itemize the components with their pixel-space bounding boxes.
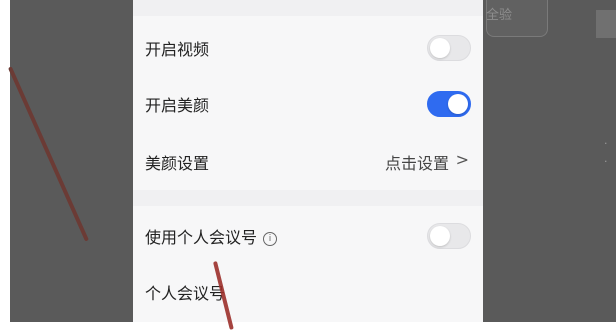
setting-row-beauty-settings[interactable]: 美颜设置 点击设置 > — [133, 132, 483, 190]
setting-row-beauty: 开启美颜 — [133, 74, 483, 132]
toggle-knob — [430, 38, 450, 58]
beauty-settings-value: 点击设置 — [384, 154, 449, 173]
setting-label: 开启美颜 — [145, 96, 210, 115]
left-edge — [0, 0, 10, 322]
toggle-knob — [430, 226, 450, 246]
video-toggle[interactable] — [427, 35, 471, 61]
setting-label-text: 使用个人会议号 — [145, 228, 258, 247]
background-card-text: 全验 — [486, 8, 513, 23]
setting-row-personal-meeting-id: 使用个人会议号 i — [133, 206, 483, 264]
section-separator — [133, 190, 483, 206]
setting-row-video: 开启视频 — [133, 18, 483, 76]
setting-label: 开启视频 — [145, 40, 210, 59]
background-strip — [596, 10, 616, 38]
toggle-knob — [448, 94, 468, 114]
info-icon[interactable]: i — [263, 232, 278, 246]
background-glyphs: · · — [604, 137, 608, 168]
setting-row-personal-meeting-number[interactable]: 个人会议号 — [133, 262, 483, 320]
setting-label: 美颜设置 — [145, 154, 210, 173]
chevron-right-icon: > — [455, 150, 469, 169]
setting-label: 使用个人会议号 i — [145, 224, 278, 248]
setting-label: 个人会议号 — [145, 284, 226, 303]
personal-meeting-id-toggle[interactable] — [427, 223, 471, 249]
top-band — [133, 0, 483, 16]
meeting-settings-panel: 开启视频 开启美颜 美颜设置 点击设置 > 使用个人会议号 i 个人会议号 — [133, 0, 483, 322]
beauty-toggle[interactable] — [427, 91, 471, 117]
